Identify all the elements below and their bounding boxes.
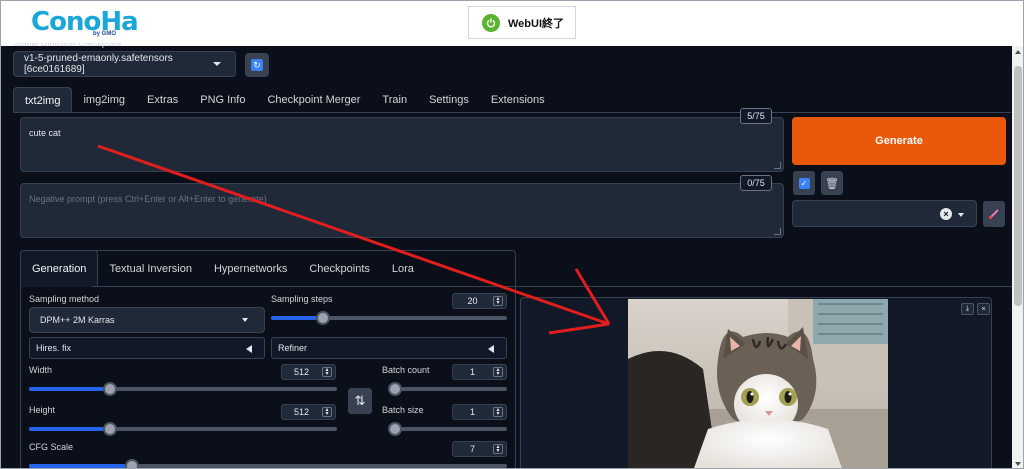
- app-frame: ConoHa by GMO WebUI終了 Stable Diffusion c…: [0, 0, 1024, 469]
- scrollbar-thumb[interactable]: [1014, 66, 1022, 306]
- annotation-arrow: [97, 144, 611, 335]
- page-scrollbar[interactable]: [1012, 46, 1023, 468]
- scroll-down-icon[interactable]: [1015, 462, 1021, 466]
- scroll-up-icon[interactable]: [1015, 50, 1021, 54]
